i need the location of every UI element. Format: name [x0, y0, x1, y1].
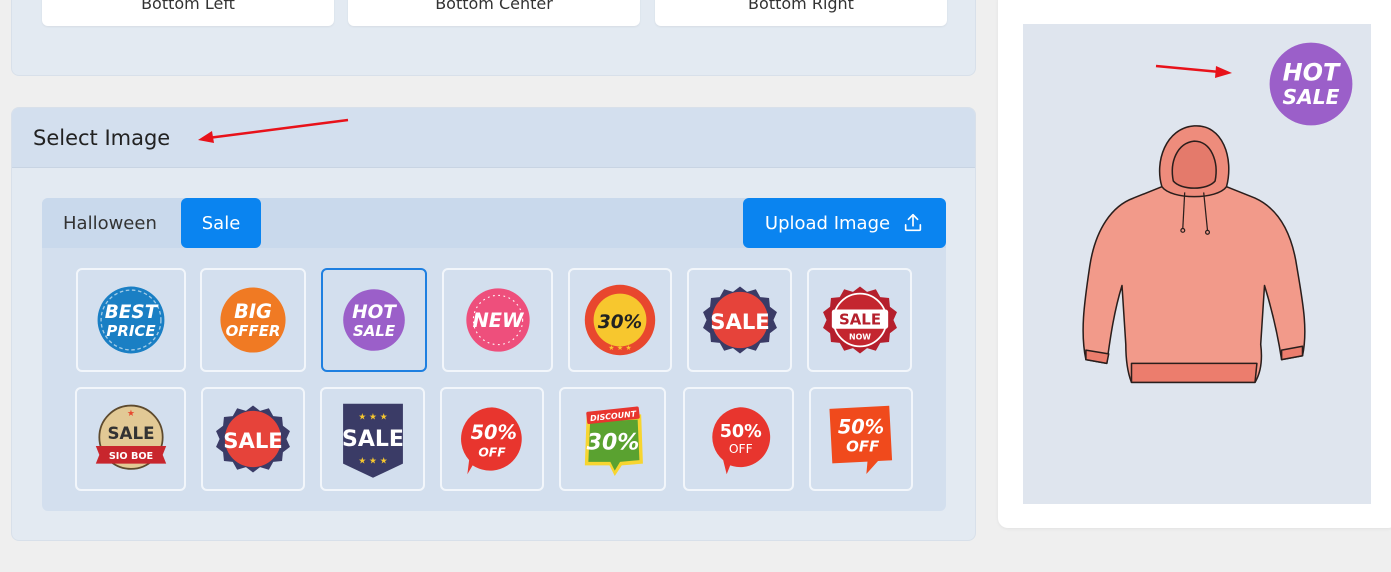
sale-now-line-1: SALE: [838, 310, 880, 328]
best-price-line-2: PRICE: [106, 322, 156, 340]
big-offer-sticker-icon: BIG OFFER: [220, 287, 286, 353]
preview-sticker-line-1: HOT: [1283, 58, 1341, 86]
50-off-square-line-2: OFF: [846, 437, 880, 455]
bottom-left-button[interactable]: Bottom Left: [42, 0, 334, 26]
sale-now-line-2: NOW: [848, 332, 870, 341]
discount-30-sticker-icon: DISCOUNT 30%: [584, 406, 643, 476]
big-offer-line-2: OFFER: [226, 322, 281, 340]
discount-30-line-2: 30%: [586, 431, 639, 456]
image-gallery: Halloween Sale Upload Image BEST PRICE B…: [42, 198, 946, 511]
annotation-arrow-select-image: [198, 118, 349, 143]
sale-shield-line-1: SALE: [342, 427, 404, 452]
sale-seal-line-1: SALE: [223, 428, 282, 453]
sale-shield-sticker-icon: ★ ★ ★ SALE ★ ★ ★: [342, 403, 404, 478]
sticker-sale-now[interactable]: SALE NOW: [807, 268, 912, 372]
50-off-bubble-line-1: 50%: [471, 421, 517, 444]
50-off-square-line-1: 50%: [838, 416, 884, 439]
hot-sale-line-2: SALE: [353, 322, 396, 340]
new-line-1: NEW: [472, 309, 524, 332]
sale-ribbon-line-2: SIO BOE: [108, 451, 152, 462]
bottom-right-button[interactable]: Bottom Right: [655, 0, 947, 26]
svg-text:★ ★ ★: ★ ★ ★: [358, 413, 387, 423]
sticker-50-off-round[interactable]: 50% OFF: [683, 387, 794, 491]
sticker-sale-seal[interactable]: SALE: [201, 387, 305, 491]
select-image-title: Select Image: [33, 125, 171, 150]
30-percent-line-1: 30%: [598, 312, 642, 333]
sale-badge-red-line-1: SALE: [710, 309, 769, 334]
sticker-big-offer[interactable]: BIG OFFER: [200, 268, 306, 372]
sale-ribbon-sticker-icon: ★ SALE SIO BOE: [95, 404, 166, 470]
preview-sticker-line-2: SALE: [1283, 85, 1340, 109]
svg-text:★ ★ ★: ★ ★ ★: [608, 293, 631, 302]
50-off-round-sticker-icon: 50% OFF: [711, 407, 770, 475]
best-price-line-1: BEST: [105, 302, 159, 323]
new-sticker-icon: NEW: [465, 288, 530, 352]
svg-text:★: ★: [127, 409, 135, 419]
position-panel: Bottom Left Bottom Center Bottom Right: [11, 0, 976, 76]
upload-image-label: Upload Image: [764, 212, 891, 234]
50-off-round-line-2: OFF: [728, 442, 752, 456]
sticker-discount-30[interactable]: DISCOUNT 30%: [559, 387, 666, 491]
sticker-30-percent[interactable]: 30% ★ ★ ★ ★ ★ ★: [568, 268, 672, 372]
50-off-bubble-line-2: OFF: [478, 446, 506, 460]
sticker-hot-sale[interactable]: HOT SALE: [321, 268, 427, 372]
big-offer-line-1: BIG: [234, 300, 272, 323]
sale-now-sticker-icon: SALE NOW: [822, 286, 897, 354]
product-preview: HOT SALE: [1023, 24, 1371, 504]
upload-icon: [904, 213, 922, 232]
sticker-50-off-square[interactable]: 50% OFF: [809, 387, 913, 491]
sticker-sale-ribbon[interactable]: ★ SALE SIO BOE: [75, 387, 186, 491]
preview-hot-sale-sticker[interactable]: HOT SALE: [1265, 38, 1357, 130]
category-tabs: Halloween Sale Upload Image: [42, 198, 946, 248]
sticker-sale-shield[interactable]: ★ ★ ★ SALE ★ ★ ★: [320, 387, 425, 491]
sale-badge-red-sticker-icon: SALE: [702, 286, 777, 354]
svg-text:★ ★ ★: ★ ★ ★: [608, 343, 631, 352]
50-off-square-sticker-icon: 50% OFF: [829, 405, 893, 474]
annotation-arrow-preview-sticker: [1155, 64, 1232, 78]
hot-sale-line-1: HOT: [352, 302, 397, 323]
tab-halloween[interactable]: Halloween: [63, 198, 157, 248]
best-price-sticker-icon: BEST PRICE: [97, 286, 165, 354]
select-image-panel: Select Image Halloween Sale Upload Image…: [11, 107, 976, 541]
select-image-header: Select Image: [12, 108, 975, 168]
tab-sale[interactable]: Sale: [181, 198, 261, 248]
hot-sale-sticker-icon: HOT SALE: [343, 289, 405, 351]
50-off-bubble-sticker-icon: 50% OFF: [461, 407, 522, 475]
upload-image-button[interactable]: Upload Image: [743, 198, 946, 248]
bottom-center-button[interactable]: Bottom Center: [348, 0, 640, 26]
50-off-round-line-1: 50%: [719, 422, 761, 442]
30-percent-sticker-icon: 30% ★ ★ ★ ★ ★ ★: [584, 284, 656, 356]
sticker-best-price[interactable]: BEST PRICE: [76, 268, 186, 372]
svg-text:★ ★ ★: ★ ★ ★: [358, 457, 387, 467]
sticker-new[interactable]: NEW: [442, 268, 553, 372]
hoodie-image: [1082, 125, 1306, 384]
sticker-50-off-bubble[interactable]: 50% OFF: [440, 387, 544, 491]
sticker-sale-badge-red[interactable]: SALE: [687, 268, 792, 372]
sale-seal-sticker-icon: SALE: [216, 405, 290, 473]
sale-ribbon-line-1: SALE: [107, 423, 154, 443]
